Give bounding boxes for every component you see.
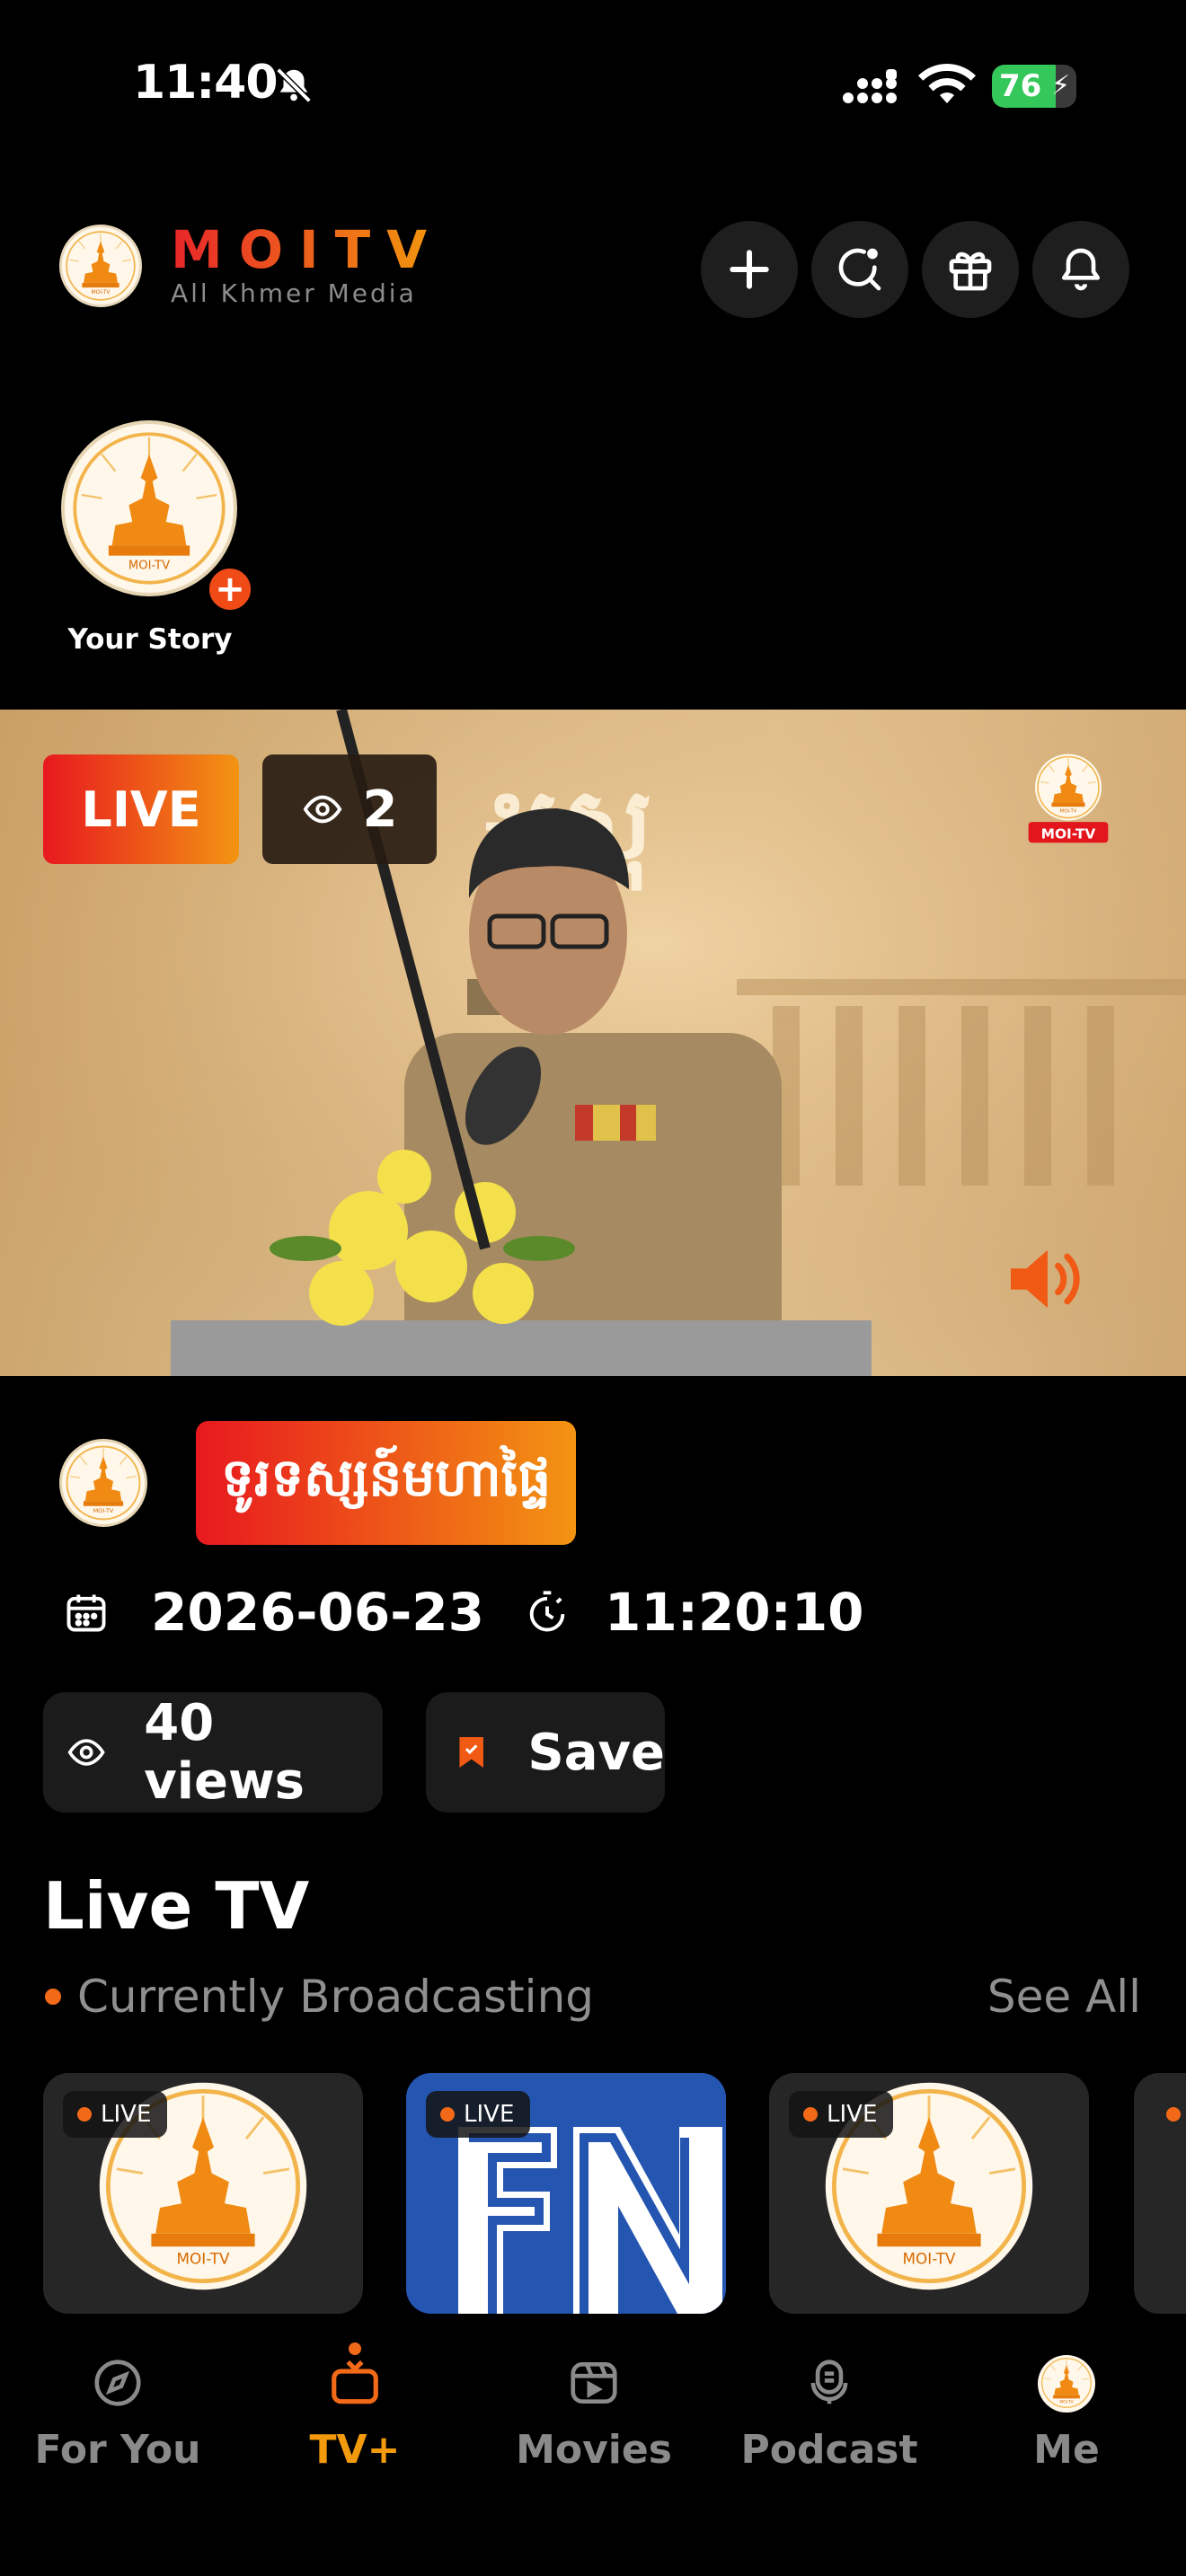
nav-label: For You [34,2427,201,2473]
your-story-avatar[interactable] [61,420,237,596]
broadcast-datetime: 2026-06-23 11:20:10 [63,1581,864,1644]
card-live-badge: LIVE [789,2091,894,2138]
svg-text:MOI-TV: MOI-TV [1041,825,1096,842]
app-logo[interactable] [59,225,142,307]
nav-podcast[interactable]: Podcast [735,2355,924,2473]
save-button[interactable]: Save [426,1692,665,1813]
notifications-button[interactable] [1032,221,1129,318]
channel-name[interactable]: ទូរទស្សន៍មហាផ្ទៃ [196,1421,577,1545]
live-badge: LIVE [43,754,239,864]
nav-for-you[interactable]: For You [23,2355,212,2473]
gift-button[interactable] [922,221,1019,318]
bell-slash-icon [276,67,312,103]
moi-tv-emblem-icon [65,424,234,593]
channel-card[interactable]: LIVE [43,2073,363,2314]
add-button[interactable] [701,221,798,318]
viewer-count-badge: 2 [262,754,437,864]
eye-icon [303,795,341,824]
views-pill: 40 views [43,1692,383,1813]
battery-indicator: 76 ⚡ [992,65,1076,108]
app-header: MOITV All Khmer Media [0,207,1186,323]
see-all-link[interactable]: See All [987,1971,1141,2023]
bookmark-icon [459,1736,483,1769]
views-count: 40 views [144,1694,305,1811]
calendar-icon [66,1594,106,1632]
timer-icon [529,1591,565,1632]
bottom-nav: For You TV+ Movies Podcast Me [0,2332,1186,2576]
nav-label: Podcast [740,2427,918,2473]
moi-tv-emblem-icon [62,227,139,304]
eye-icon [67,1739,105,1766]
status-time: 11:40 [133,56,279,110]
brand-tagline: All Khmer Media [171,278,417,308]
your-story-label: Your Story [67,623,233,656]
channel-avatar[interactable] [59,1439,147,1527]
speaker-icon[interactable] [1005,1245,1085,1313]
channel-card-partial[interactable] [1134,2073,1186,2314]
moi-tv-emblem-icon [62,1442,145,1524]
nav-me[interactable]: Me [972,2355,1161,2473]
tv-icon [332,2360,378,2404]
broadcast-dot [45,1989,61,2005]
nav-label: Movies [516,2427,672,2473]
add-story-button[interactable]: + [205,564,255,614]
compass-icon [94,2360,141,2406]
bell-icon [1062,248,1100,291]
currently-broadcasting-label: Currently Broadcasting [77,1971,594,2023]
battery-percent: 76 [999,68,1042,104]
nav-tv-plus[interactable]: TV+ [261,2342,449,2473]
channel-card[interactable]: LIVE [406,2073,726,2314]
search-icon [838,248,881,291]
nav-label: TV+ [309,2427,401,2473]
cellular-signal-icon [843,69,897,103]
moi-tv-emblem-icon [1039,2355,1094,2411]
live-tv-title: Live TV [43,1868,310,1944]
save-label: Save [527,1723,665,1782]
brand-name: MOITV [171,219,444,280]
card-live-badge: LIVE [426,2091,531,2138]
film-icon [571,2362,617,2404]
broadcast-time: 11:20:10 [605,1582,864,1643]
profile-avatar [1038,2355,1095,2413]
live-video-player[interactable]: ៖ស្រុ MOI-TV LIVE 2 [0,710,1186,1376]
card-live-badge: LIVE [63,2091,168,2138]
nav-movies[interactable]: Movies [500,2355,688,2473]
active-dot [349,2342,361,2355]
gift-icon [949,251,992,291]
viewer-count: 2 [362,780,398,839]
plus-icon [730,250,769,289]
nav-label: Me [1033,2427,1100,2473]
charging-icon: ⚡ [1051,70,1071,101]
wifi-icon [918,64,976,103]
broadcast-date: 2026-06-23 [151,1582,484,1643]
status-bar: 11:40 76 ⚡ [0,0,1186,171]
channel-card[interactable]: LIVE [769,2073,1089,2314]
podcast-icon [810,2360,848,2404]
live-dot [1166,2107,1181,2122]
moi-tv-watermark-icon: MOI-TV [1028,753,1109,843]
search-button[interactable] [811,221,908,318]
